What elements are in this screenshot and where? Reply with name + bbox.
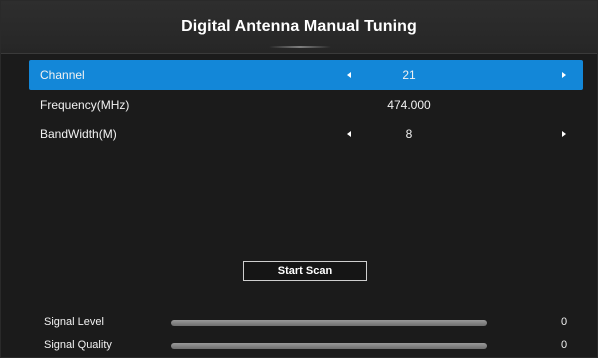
signal-quality-row: Signal Quality 0 — [1, 336, 597, 356]
signal-level-bar — [171, 320, 487, 326]
bandwidth-label: BandWidth(M) — [40, 127, 117, 141]
frequency-row[interactable]: Frequency(MHz) 474.000 — [29, 90, 583, 120]
tuning-screen: Digital Antenna Manual Tuning Channel 21… — [0, 0, 598, 358]
bandwidth-value: 8 — [405, 127, 413, 141]
signal-quality-value: 0 — [560, 339, 568, 351]
left-arrow-icon[interactable] — [347, 72, 351, 78]
page-title: Digital Antenna Manual Tuning — [181, 18, 417, 35]
title-divider — [269, 46, 331, 48]
channel-value: 21 — [402, 68, 416, 82]
signal-level-value: 0 — [560, 316, 568, 328]
signal-quality-bar — [171, 343, 487, 349]
left-arrow-icon[interactable] — [347, 131, 351, 137]
right-arrow-icon[interactable] — [562, 72, 566, 78]
frequency-label: Frequency(MHz) — [40, 98, 130, 112]
frequency-value: 474.000 — [387, 98, 431, 112]
header-bar: Digital Antenna Manual Tuning — [1, 1, 597, 54]
bandwidth-row[interactable]: BandWidth(M) 8 — [29, 119, 583, 149]
signal-quality-label: Signal Quality — [44, 339, 112, 351]
start-scan-button[interactable]: Start Scan — [243, 261, 367, 281]
channel-label: Channel — [40, 68, 85, 82]
signal-level-row: Signal Level 0 — [1, 313, 597, 333]
signal-level-label: Signal Level — [44, 316, 104, 328]
right-arrow-icon[interactable] — [562, 131, 566, 137]
channel-row[interactable]: Channel 21 — [29, 60, 583, 90]
